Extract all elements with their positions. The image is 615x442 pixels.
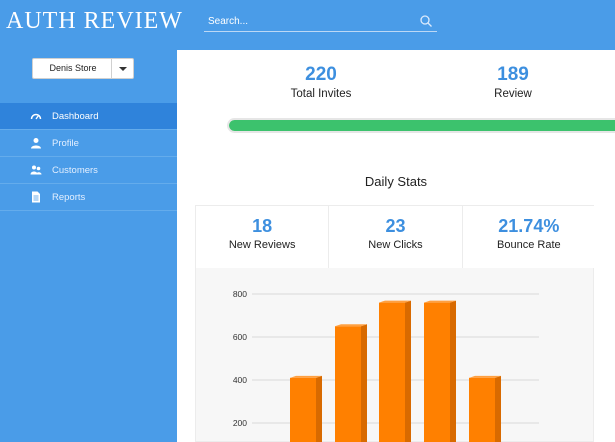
chart-bar[interactable] [424,300,456,442]
bar-side [495,375,501,442]
chart-bar[interactable] [290,375,322,442]
chart-bar[interactable] [335,324,367,442]
bar-side [405,300,411,442]
sidebar-item-label: Dashboard [52,110,99,122]
bar-front [424,302,450,442]
bar-side [316,375,322,442]
invites-progress-bar [227,118,615,133]
total-invites-label: Total Invites [290,88,352,100]
search-input[interactable] [208,13,408,29]
bar-front [379,302,405,442]
new-reviews-value: 18 [252,216,273,236]
search-bar [204,10,437,32]
review-stat: 189 Review [453,64,573,102]
y-tick-label: 200 [233,418,247,428]
sidebar-item-reports[interactable]: Reports [0,184,177,211]
sidebar-nav: Dashboard Profile Customers Reports [0,103,177,211]
bar-chart-svg: 200 400 600 800 [233,289,539,442]
review-label: Review [494,88,532,100]
sidebar-item-dashboard[interactable]: Dashboard [0,103,177,130]
review-value: 189 [497,64,529,85]
daily-stats-title: Daily Stats [364,174,428,189]
bounce-rate-label: Bounce Rate [497,239,561,251]
bounce-rate-value: 21.74% [498,216,560,236]
top-header: AUTH REVIEW [0,0,615,50]
sidebar-item-label: Customers [52,164,98,176]
chart-bar[interactable] [379,300,411,442]
main-content: 220 Total Invites 189 Review Daily Stats… [177,50,615,442]
sidebar-item-profile[interactable]: Profile [0,130,177,157]
sidebar-item-label: Profile [52,137,79,149]
caret-down-icon[interactable] [111,59,133,78]
new-reviews-stat: 18 New Reviews [196,206,330,268]
speedometer-icon [30,113,42,120]
y-tick-label: 600 [233,332,247,342]
bounce-rate-stat: 21.74% Bounce Rate [463,206,595,268]
daily-stats-panel: 18 New Reviews 23 New Clicks 21.74% Boun… [195,205,595,442]
store-name[interactable]: Denis Store [33,59,113,78]
total-invites-stat: 220 Total Invites [261,64,381,102]
bar-side [361,324,367,442]
new-clicks-value: 23 [385,216,406,236]
user-icon [31,138,41,149]
bar-front [469,377,495,442]
bar-front [290,377,316,442]
progress-fill [229,120,615,131]
brand-logo[interactable]: AUTH REVIEW [6,8,183,35]
daily-bar-chart: 200 400 600 800 [196,268,595,442]
chart-bar[interactable] [469,375,501,442]
new-reviews-label: New Reviews [228,239,296,251]
sidebar-item-customers[interactable]: Customers [0,157,177,184]
new-clicks-label: New Clicks [368,239,423,251]
users-icon [30,165,42,175]
new-clicks-stat: 23 New Clicks [329,206,463,268]
total-invites-value: 220 [305,64,337,85]
sidebar: Denis Store Dashboard Profile Customers … [0,50,177,442]
y-tick-label: 800 [233,289,247,299]
bar-front [335,326,361,442]
bar-side [450,300,456,442]
store-selector[interactable]: Denis Store [32,58,134,79]
daily-stats-row: 18 New Reviews 23 New Clicks 21.74% Boun… [196,206,595,268]
search-icon[interactable] [419,14,433,28]
document-icon [32,191,40,203]
y-tick-label: 400 [233,375,247,385]
sidebar-item-label: Reports [52,191,86,203]
